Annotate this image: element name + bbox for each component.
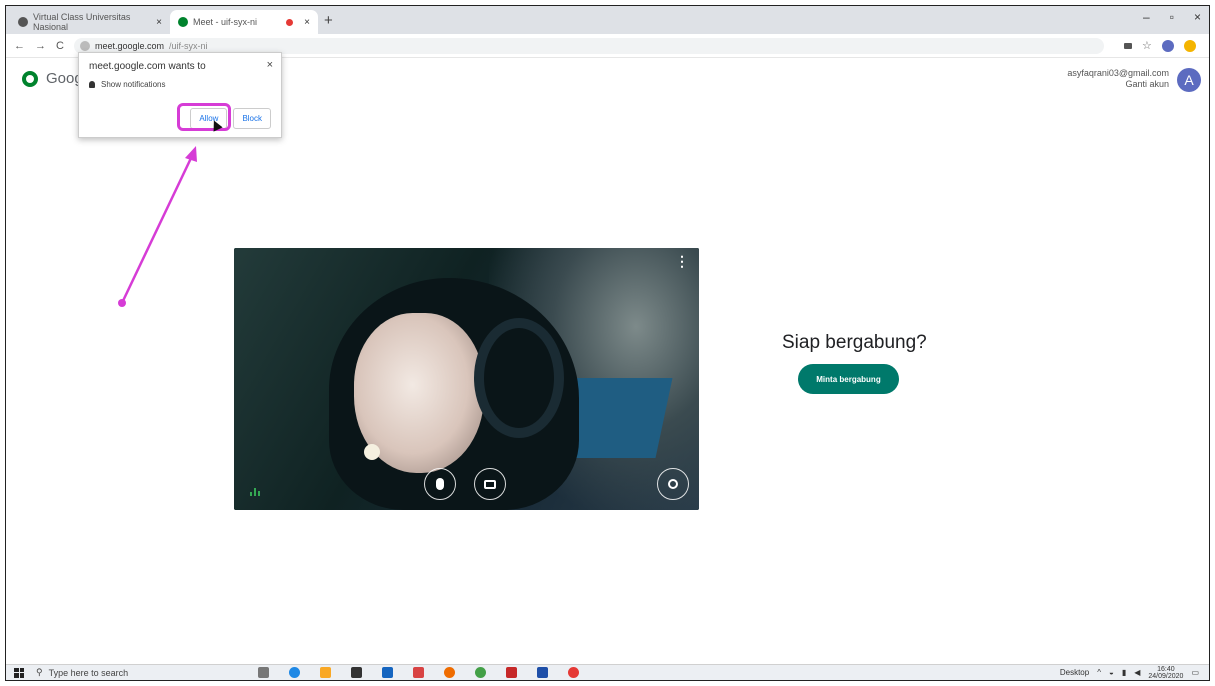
block-button[interactable]: Block xyxy=(233,108,271,129)
forward-button[interactable]: → xyxy=(35,40,46,52)
more-options-icon[interactable]: ⋮ xyxy=(675,254,689,268)
camera-icon xyxy=(484,479,496,489)
mail-icon[interactable] xyxy=(382,667,393,678)
microphone-icon xyxy=(436,478,444,490)
effects-icon xyxy=(668,479,678,489)
url-path: /uif-syx-ni xyxy=(169,40,208,51)
url-host: meet.google.com xyxy=(94,40,164,51)
toolbar-icons: ☆ xyxy=(1123,39,1196,52)
audio-level-icon xyxy=(250,488,260,496)
ask-to-join-button[interactable]: Minta bergabung xyxy=(798,364,899,394)
bell-icon xyxy=(89,81,95,88)
file-explorer-icon[interactable] xyxy=(320,667,331,678)
reload-button[interactable]: C xyxy=(56,40,64,52)
switch-account-link[interactable]: Ganti akun xyxy=(1067,79,1169,90)
mcafee-icon[interactable] xyxy=(413,667,424,678)
tab-title: Virtual Class Universitas Nasional xyxy=(33,12,131,32)
taskbar: ⚲ Type here to search Desktop ^ ◒ ▮ ◀ 16… xyxy=(6,664,1209,680)
avatar[interactable]: A xyxy=(1177,68,1201,92)
system-tray: Desktop ^ ◒ ▮ ◀ 16:40 24/09/2020 ▭ xyxy=(1060,666,1199,680)
tab-close-button[interactable]: × xyxy=(156,17,162,28)
chrome-icon[interactable] xyxy=(475,667,486,678)
tab-title: Meet - uif-syx-ni xyxy=(193,17,258,27)
word-icon[interactable] xyxy=(537,667,548,678)
meet-logo-icon xyxy=(22,70,38,87)
bookmark-star-icon[interactable]: ☆ xyxy=(1142,39,1152,52)
mic-tray-icon[interactable]: ▮ xyxy=(1122,668,1126,677)
network-icon[interactable]: ◒ xyxy=(1109,668,1114,677)
arrow-tail xyxy=(118,299,126,307)
firefox-icon[interactable] xyxy=(444,667,455,678)
store-icon[interactable] xyxy=(351,667,362,678)
allow-highlight xyxy=(177,103,231,131)
tab-virtual-class[interactable]: Virtual Class Universitas Nasional × xyxy=(10,10,170,34)
account-info: asyfaqrani03@gmail.com Ganti akun xyxy=(1067,68,1169,90)
camera-button[interactable] xyxy=(474,468,506,500)
task-view-icon[interactable] xyxy=(258,667,269,678)
edge-icon[interactable] xyxy=(289,667,300,678)
video-headphone xyxy=(474,318,564,438)
tab-meet[interactable]: Meet - uif-syx-ni × xyxy=(170,10,318,34)
lock-icon[interactable] xyxy=(79,40,90,51)
extension-icon[interactable] xyxy=(1183,39,1196,52)
notification-permission: Show notifications xyxy=(89,80,271,89)
maximize-button[interactable]: ▫ xyxy=(1170,10,1174,24)
camera-in-use-icon[interactable] xyxy=(1123,42,1132,49)
ready-heading: Siap bergabung? xyxy=(782,332,927,353)
visual-effects-button[interactable] xyxy=(657,468,689,500)
clock[interactable]: 16:40 24/09/2020 xyxy=(1148,666,1183,680)
back-button[interactable]: ← xyxy=(14,40,25,52)
meet-logo: Goog xyxy=(22,70,83,87)
popup-title: meet.google.com wants to xyxy=(89,61,206,72)
notifications-icon[interactable]: ▭ xyxy=(1191,668,1199,677)
windows-start-icon[interactable] xyxy=(14,667,24,678)
taskbar-apps xyxy=(258,667,579,678)
popup-close-button[interactable]: × xyxy=(267,59,273,71)
recording-icon xyxy=(286,18,294,26)
arrow-head xyxy=(185,146,197,162)
close-window-button[interactable]: × xyxy=(1194,10,1201,24)
clock-date: 24/09/2020 xyxy=(1148,672,1184,680)
volume-icon[interactable]: ◀ xyxy=(1134,668,1140,677)
video-mic xyxy=(364,444,380,460)
clock-time: 16:40 xyxy=(1157,665,1175,673)
desktop-label[interactable]: Desktop xyxy=(1060,668,1089,677)
video-preview: ⋮ xyxy=(234,248,699,510)
tab-close-button[interactable]: × xyxy=(304,17,310,28)
globe-icon xyxy=(18,17,28,27)
new-tab-button[interactable]: + xyxy=(324,12,333,29)
profile-icon[interactable] xyxy=(1161,39,1174,52)
microphone-button[interactable] xyxy=(424,468,456,500)
permission-label: Show notifications xyxy=(101,80,166,89)
search-icon: ⚲ xyxy=(36,667,43,677)
window-controls: – ▫ × xyxy=(1143,10,1201,24)
tray-overflow-icon[interactable]: ^ xyxy=(1097,668,1101,677)
acrobat-icon[interactable] xyxy=(506,667,517,678)
taskbar-search[interactable]: ⚲ Type here to search xyxy=(36,667,256,678)
chrome-profile-icon[interactable] xyxy=(568,667,579,678)
search-placeholder: Type here to search xyxy=(48,667,129,678)
arrow-line xyxy=(120,155,194,304)
account-email: asyfaqrani03@gmail.com xyxy=(1067,68,1169,78)
screen: Virtual Class Universitas Nasional × Mee… xyxy=(5,5,1210,681)
meet-icon xyxy=(178,17,188,27)
tab-bar: Virtual Class Universitas Nasional × Mee… xyxy=(6,6,1209,34)
minimize-button[interactable]: – xyxy=(1143,10,1150,24)
